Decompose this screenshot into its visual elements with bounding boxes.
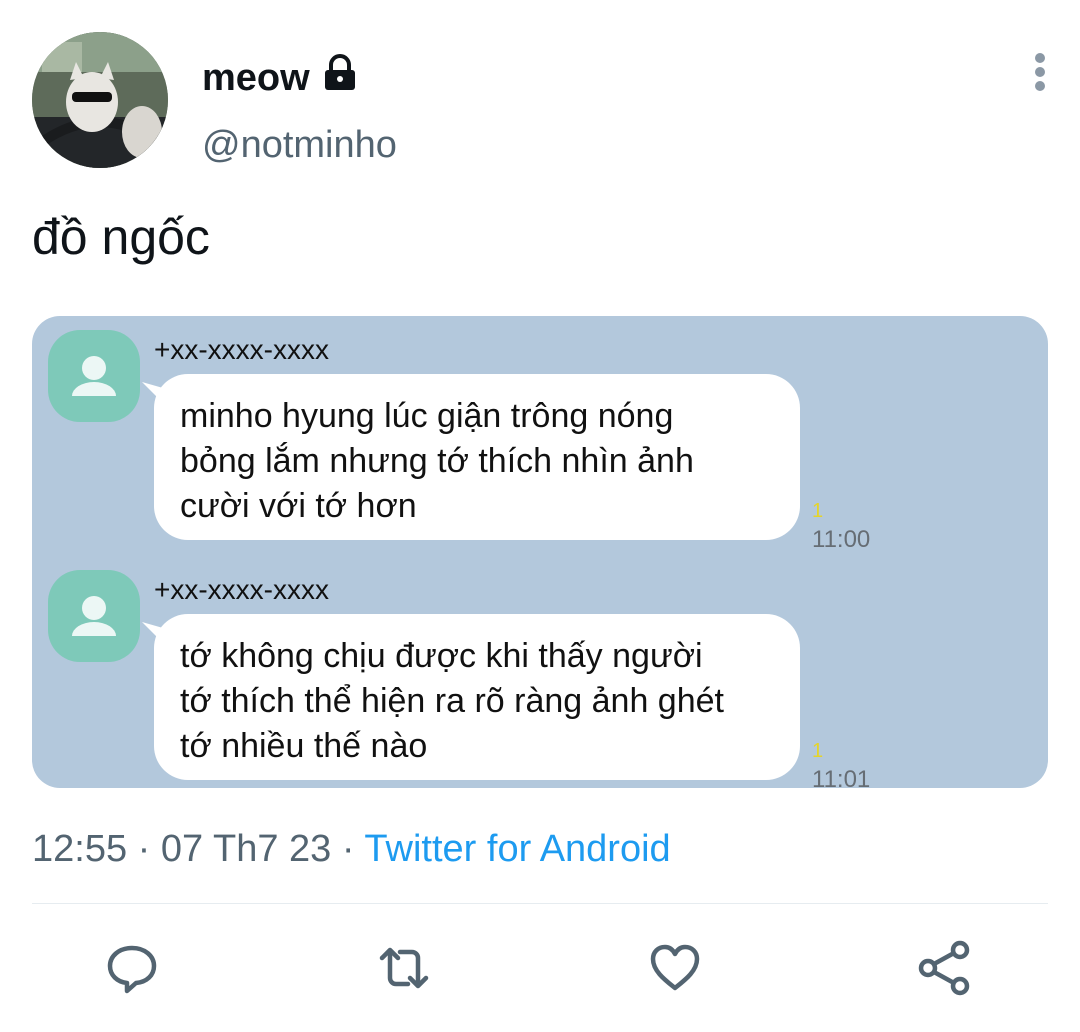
more-options-button[interactable]: [1024, 48, 1056, 96]
person-icon: [72, 356, 116, 396]
message-time: 11:01: [812, 766, 871, 788]
message-bubble: minho hyung lúc giận trông nóng bỏng lắm…: [154, 374, 800, 540]
meta-separator: ·: [127, 828, 161, 870]
message-bubble: tớ không chịu được khi thấy người tớ thí…: [154, 614, 800, 780]
message-line: cười với tớ hơn: [180, 487, 417, 525]
message-line: minho hyung lúc giận trông nóng: [180, 397, 674, 435]
sender-number: +xx-xxxx-xxxx: [154, 334, 329, 365]
reply-icon: [107, 945, 157, 994]
more-vertical-icon: [1035, 53, 1045, 91]
tweet-text: đồ ngốc: [32, 209, 210, 265]
lock-icon: [322, 54, 358, 102]
chat-message: +xx-xxxx-xxxx tớ không chịu được khi thấ…: [32, 568, 1048, 788]
message-line: bỏng lắm nhưng tớ thích nhìn ảnh: [180, 442, 694, 480]
message-text: minho hyung lúc giận trông nóng bỏng lắm…: [180, 394, 790, 529]
tweet-media-image[interactable]: +xx-xxxx-xxxx minho hyung lúc giận trông…: [32, 316, 1048, 788]
divider: [32, 903, 1048, 904]
avatar[interactable]: [32, 32, 168, 168]
tweet-meta: 12:55 · 07 Th7 23 · Twitter for Android: [32, 828, 671, 871]
meta-separator: ·: [331, 828, 365, 870]
reply-button[interactable]: [102, 938, 162, 998]
message-line: tớ nhiều thế nào: [180, 727, 428, 765]
unread-count: 1: [812, 500, 824, 522]
retweet-icon: [379, 947, 429, 989]
display-name-row[interactable]: meow: [202, 54, 358, 102]
contact-avatar: [48, 570, 140, 662]
unread-count: 1: [812, 740, 824, 762]
tweet-date[interactable]: 07 Th7 23: [161, 828, 331, 870]
user-handle[interactable]: @notminho: [202, 124, 397, 167]
contact-avatar: [48, 330, 140, 422]
chat-message: +xx-xxxx-xxxx minho hyung lúc giận trông…: [32, 328, 1048, 558]
retweet-button[interactable]: [374, 938, 434, 998]
tweet-source-link[interactable]: Twitter for Android: [364, 828, 670, 870]
sender-number: +xx-xxxx-xxxx: [154, 574, 329, 605]
share-icon: [918, 940, 970, 996]
like-button[interactable]: [645, 938, 705, 998]
tweet-time[interactable]: 12:55: [32, 828, 127, 870]
message-line: tớ thích thể hiện ra rõ ràng ảnh ghét: [180, 682, 724, 720]
message-time: 11:00: [812, 526, 871, 553]
person-icon: [72, 596, 116, 636]
message-line: tớ không chịu được khi thấy người: [180, 637, 703, 675]
share-button[interactable]: [914, 938, 974, 998]
message-text: tớ không chịu được khi thấy người tớ thí…: [180, 634, 790, 769]
display-name[interactable]: meow: [202, 57, 310, 100]
cat-in-car-avatar-image: [32, 32, 168, 168]
like-icon: [650, 944, 700, 991]
